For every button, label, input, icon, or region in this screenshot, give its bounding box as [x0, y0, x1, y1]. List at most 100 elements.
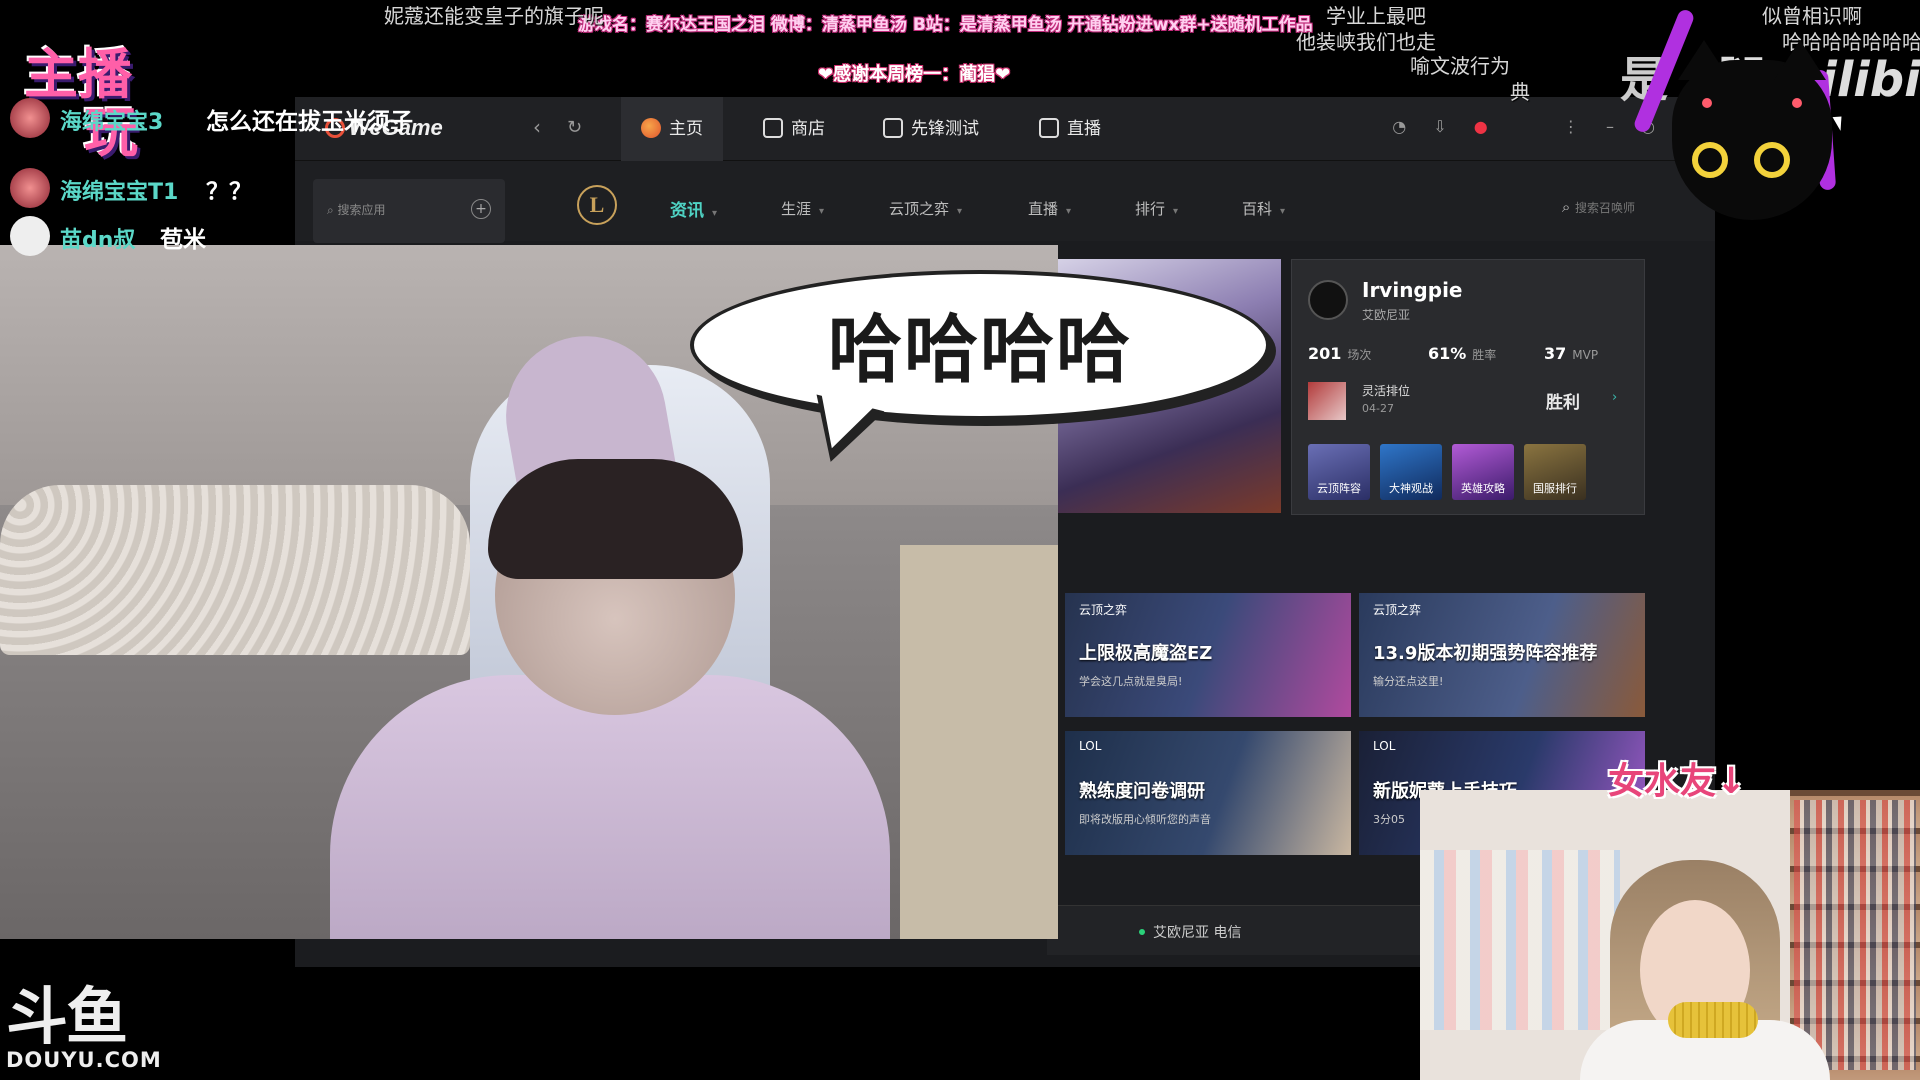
match-result: 胜利 [1546, 393, 1580, 413]
avatar[interactable] [1308, 280, 1348, 320]
shortcut-label: 英雄攻略 [1461, 482, 1505, 495]
lol-tab-career-label: 生涯 [781, 200, 812, 218]
chevron-down-icon: ▾ [1173, 206, 1179, 217]
webcam-side-sofa [900, 545, 1058, 939]
summoner-search-input[interactable]: ⌕ 搜索召唤师 [1562, 198, 1635, 216]
avatar [10, 168, 50, 208]
news-title: 13.9版本初期强势阵容推荐 [1373, 643, 1598, 664]
poro-icon [641, 118, 661, 138]
shortcut-tft-comps[interactable]: 云顶阵容 [1308, 444, 1370, 500]
search-app-text: 搜索应用 [337, 203, 386, 217]
lol-tab-tft[interactable]: 云顶之弈 ▾ [889, 198, 962, 219]
cat-paw [1792, 98, 1802, 108]
tab-live-label: 直播 [1067, 119, 1101, 139]
lol-tab-career[interactable]: 生涯 ▾ [781, 198, 824, 219]
tab-pioneer-test[interactable]: 先锋测试 [863, 97, 999, 161]
chevron-right-icon: › [1612, 390, 1618, 405]
search-icon: ⌕ [327, 203, 338, 217]
chat-username: 海绵宝宝3 [60, 110, 164, 135]
chevron-down-icon: ▾ [819, 206, 825, 217]
champion-icon [1308, 382, 1346, 420]
status-dot-icon [1139, 929, 1145, 935]
add-app-icon[interactable]: + [471, 199, 491, 219]
shortcut-server-rank[interactable]: 国服排行 [1524, 444, 1586, 500]
douyu-logo-text: 斗鱼 [6, 980, 128, 1053]
speech-bubble-text: 哈哈哈哈 [828, 307, 1132, 393]
danmaku-comment: 妮蔻还能变皇子的旗子呢 [384, 4, 604, 28]
menu-icon[interactable]: ⋮ [1563, 117, 1579, 136]
server-status: 艾欧尼亚 电信 [1139, 922, 1241, 942]
news-tag: LOL [1079, 739, 1102, 753]
lol-tab-wiki-label: 百科 [1242, 200, 1273, 218]
lol-tab-live-label: 直播 [1028, 200, 1059, 218]
refresh-icon[interactable]: ↻ [567, 117, 582, 138]
shortcut-label: 国服排行 [1533, 482, 1577, 495]
cat-ear [1678, 40, 1730, 80]
match-mode: 灵活排位 [1362, 384, 1411, 398]
shortcut-hero-guide[interactable]: 英雄攻略 [1452, 444, 1514, 500]
lol-tab-news[interactable]: 资讯 ▾ [670, 196, 717, 221]
stat-winrate: 61% 胜率 [1428, 344, 1496, 363]
lol-tab-live[interactable]: 直播 ▾ [1028, 198, 1071, 219]
server-status-text: 艾欧尼亚 电信 [1153, 925, 1242, 941]
stat-mvp-value: 37 [1544, 344, 1567, 363]
news-desc: 即将改版用心倾听您的声音 [1079, 813, 1211, 826]
match-date: 04-27 [1362, 402, 1394, 415]
stream-info-ticker: 游戏名：赛尔达王国之泪 微博：清蒸甲鱼汤 B站：是清蒸甲鱼汤 开通钻粉进wx群+… [578, 15, 1313, 35]
news-card[interactable]: 云顶之弈 13.9版本初期强势阵容推荐 输分还点这里! [1359, 593, 1645, 717]
summoner-name[interactable]: Irvingpie [1362, 278, 1463, 302]
back-arrow-icon[interactable]: ‹ [533, 115, 541, 139]
stat-winrate-label: 胜率 [1472, 348, 1497, 362]
last-match-row[interactable]: 灵活排位 04-27 胜利 › [1308, 378, 1628, 426]
news-desc: 学会这几点就是臭局! [1079, 675, 1183, 688]
lol-subbar [295, 161, 1715, 241]
news-desc: 输分还点这里! [1373, 675, 1444, 688]
stat-mvp: 37 MVP [1544, 344, 1598, 363]
douyu-domain: DOUYU.COM [6, 1048, 162, 1072]
minimize-icon[interactable]: – [1606, 117, 1614, 136]
tab-live[interactable]: 直播 [1019, 97, 1121, 161]
download-icon[interactable]: ⇩ [1433, 117, 1446, 136]
tab-home[interactable]: 主页 [621, 97, 723, 161]
stat-mvp-label: MVP [1572, 348, 1599, 362]
news-tag: LOL [1373, 739, 1396, 753]
chevron-down-icon: ▾ [957, 206, 963, 217]
shortcut-pro-spectate[interactable]: 大神观战 [1380, 444, 1442, 500]
lol-tab-rank[interactable]: 排行 ▾ [1135, 198, 1178, 219]
news-title: 上限极高魔盗EZ [1079, 643, 1213, 664]
danmaku-comment: 喻文波行为 [1410, 54, 1510, 78]
lol-tab-wiki[interactable]: 百科 ▾ [1242, 198, 1285, 219]
tab-store-label: 商店 [791, 119, 825, 139]
search-app-placeholder: ⌕ 搜索应用 [327, 201, 386, 218]
tab-store[interactable]: 商店 [743, 97, 845, 161]
shortcut-label: 大神观战 [1389, 482, 1433, 495]
lol-tab-news-label: 资讯 [670, 201, 704, 221]
tab-pioneer-label: 先锋测试 [911, 119, 979, 139]
summoner-server: 艾欧尼亚 [1362, 308, 1411, 322]
lol-tab-rank-label: 排行 [1135, 200, 1166, 218]
cat-eye [1692, 142, 1728, 178]
danmaku-comment: 似曾相识啊 [1762, 4, 1862, 28]
gamepad-icon[interactable]: ◔ [1392, 117, 1406, 136]
test-icon [883, 118, 903, 138]
news-tag: 云顶之弈 [1373, 603, 1422, 617]
douyu-watermark: 斗鱼 DOUYU.COM [6, 980, 162, 1073]
mouse-cursor-icon [1832, 113, 1848, 131]
search-app-box[interactable]: ⌕ 搜索应用 + [313, 179, 505, 243]
stat-games-label: 场次 [1347, 348, 1372, 362]
lol-logo[interactable]: L [577, 185, 617, 225]
avatar [10, 98, 50, 138]
chevron-down-icon: ▾ [1280, 206, 1286, 217]
figure-shelf [1420, 850, 1620, 1030]
news-card[interactable]: 云顶之弈 上限极高魔盗EZ 学会这几点就是臭局! [1065, 593, 1351, 717]
news-tag: 云顶之弈 [1079, 603, 1128, 617]
chat-text: 怎么还在拔玉米须子 [206, 109, 413, 135]
user-avatar-icon[interactable]: ● [1474, 117, 1488, 136]
news-card[interactable]: LOL 熟练度问卷调研 即将改版用心倾听您的声音 [1065, 731, 1351, 855]
corn-cob [1668, 1002, 1758, 1038]
danmaku-comment: 典 [1510, 80, 1530, 104]
stat-games: 201 场次 [1308, 344, 1371, 363]
bag-icon [763, 118, 783, 138]
summoner-search-placeholder: 搜索召唤师 [1574, 201, 1635, 215]
chat-username: 苗dn叔 [60, 228, 136, 253]
